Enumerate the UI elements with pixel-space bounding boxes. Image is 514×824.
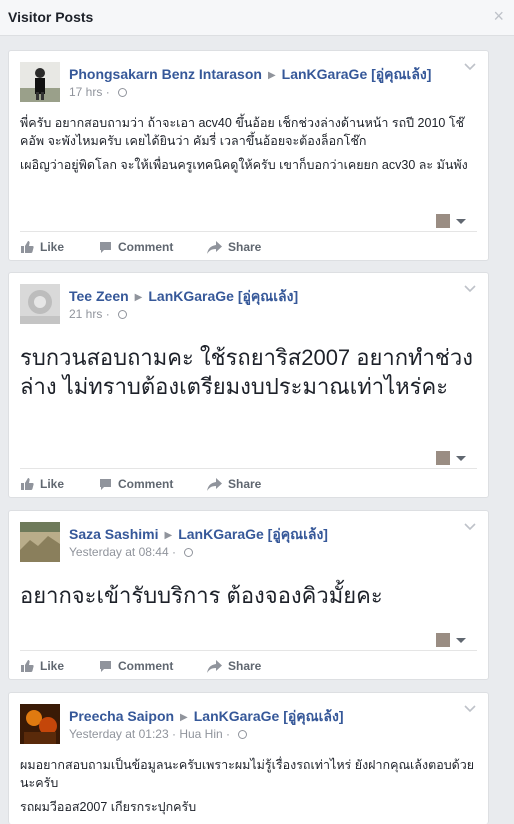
post-body: ผมอยากสอบถามเป็นข้อมูลนะครับเพราะผมไม่รู… [20,756,477,822]
avatar[interactable] [20,522,60,562]
arrow-right-icon: ▶ [134,292,143,303]
share-icon [207,241,222,254]
comment-icon [100,242,111,253]
post-paragraph: พี่ครับ อยากสอบถามว่า ถ้าจะเอา acv40 ขึ้… [20,116,465,148]
thumbs-up-icon [21,241,34,253]
post-meta: Yesterday at 01:23 · Hua Hin · [69,727,248,741]
comment-button[interactable]: Comment [99,659,173,673]
caret-down-icon [456,456,466,461]
post-actions: Like Comment Share [20,650,477,679]
caret-down-icon [456,638,466,643]
share-button[interactable]: Share [207,240,261,254]
thumbs-up-icon [21,478,34,490]
author-link[interactable]: Saza Sashimi [69,526,159,542]
post-location[interactable]: Hua Hin [179,727,222,741]
post-meta: Yesterday at 08:44 · [69,545,194,559]
post-header: Preecha Saipon ▶ LanKGaraGe [อู่คุณเล้ง] [69,706,344,728]
comment-icon [100,479,111,490]
post-meta: 21 hrs · [69,307,128,321]
comment-icon [100,661,111,672]
post-time[interactable]: 17 hrs [69,85,102,99]
thumbs-up-icon [21,660,34,672]
comment-button[interactable]: Comment [99,477,173,491]
post-paragraph: ผมอยากสอบถามเป็นข้อมูลนะครับเพราะผมไม่รู… [20,758,475,790]
post-actions: Like Comment Share [20,231,477,260]
page-link[interactable]: LanKGaraGe [อู่คุณเล้ง] [148,288,298,304]
header-title: Visitor Posts [8,9,94,25]
share-button[interactable]: Share [207,477,261,491]
comment-button[interactable]: Comment [99,240,173,254]
post-header: Phongsakarn Benz Intarason ▶ LanKGaraGe [อ… [69,64,431,86]
author-link[interactable]: Phongsakarn Benz Intarason [69,66,262,82]
chevron-down-icon[interactable] [464,285,476,293]
seen-by[interactable] [436,632,472,648]
post-actions: Like Comment Share [20,468,477,497]
chevron-down-icon[interactable] [464,705,476,713]
like-button[interactable]: Like [20,477,64,491]
post-time[interactable]: 21 hrs [69,307,102,321]
post-meta: 17 hrs · [69,85,128,99]
seen-by[interactable] [436,213,472,229]
visitor-post: Phongsakarn Benz Intarason ▶ LanKGaraGe [อ… [8,50,489,261]
post-body-large: อยากจะเข้ารับบริการ ต้องจองคิวมั้ยคะ [20,583,383,608]
arrow-right-icon: ▶ [267,70,276,81]
post-paragraph: เผอิญว่าอยู่พิดโลก จะให้เพื่อนครูเทคนิคด… [20,158,468,172]
chevron-down-icon[interactable] [464,63,476,71]
visitor-post: Saza Sashimi ▶ LanKGaraGe [อู่คุณเล้ง] Yes… [8,510,489,680]
post-body-large: รบกวนสอบถามคะ ใช้รถยาริส2007 อยากทำช่วงล… [20,345,473,399]
post-time[interactable]: Yesterday at 01:23 [69,727,169,741]
seen-avatar [436,214,450,228]
share-button[interactable]: Share [207,659,261,673]
globe-icon [238,730,248,739]
seen-avatar [436,451,450,465]
visitor-posts-header: Visitor Posts × [0,0,514,36]
post-body: พี่ครับ อยากสอบถามว่า ถ้าจะเอา acv40 ขึ้… [20,114,477,180]
arrow-right-icon: ▶ [164,530,173,541]
visitor-post: Preecha Saipon ▶ LanKGaraGe [อู่คุณเล้ง] Y… [8,692,489,824]
globe-icon [118,310,128,319]
author-link[interactable]: Preecha Saipon [69,708,174,724]
chevron-down-icon[interactable] [464,523,476,531]
caret-down-icon [456,219,466,224]
page-link[interactable]: LanKGaraGe [อู่คุณเล้ง] [194,708,344,724]
avatar[interactable] [20,284,60,324]
visitor-post: Tee Zeen ▶ LanKGaraGe [อู่คุณเล้ง] 21 hrs … [8,272,489,498]
share-icon [207,478,222,491]
share-icon [207,660,222,673]
author-link[interactable]: Tee Zeen [69,288,129,304]
page-link[interactable]: LanKGaraGe [อู่คุณเล้ง] [282,66,432,82]
globe-icon [118,88,128,97]
post-time[interactable]: Yesterday at 08:44 [69,545,169,559]
post-header: Saza Sashimi ▶ LanKGaraGe [อู่คุณเล้ง] [69,524,328,546]
like-button[interactable]: Like [20,659,64,673]
arrow-right-icon: ▶ [180,712,188,723]
close-icon[interactable]: × [493,7,504,25]
post-header: Tee Zeen ▶ LanKGaraGe [อู่คุณเล้ง] [69,286,298,308]
globe-icon [184,548,194,557]
page-link[interactable]: LanKGaraGe [อู่คุณเล้ง] [178,526,328,542]
avatar[interactable] [20,704,60,744]
avatar[interactable] [20,62,60,102]
seen-by[interactable] [436,450,472,466]
seen-avatar [436,633,450,647]
post-paragraph: รถผมวีออส2007 เกียรกระปุกครับ [20,800,197,814]
like-button[interactable]: Like [20,240,64,254]
